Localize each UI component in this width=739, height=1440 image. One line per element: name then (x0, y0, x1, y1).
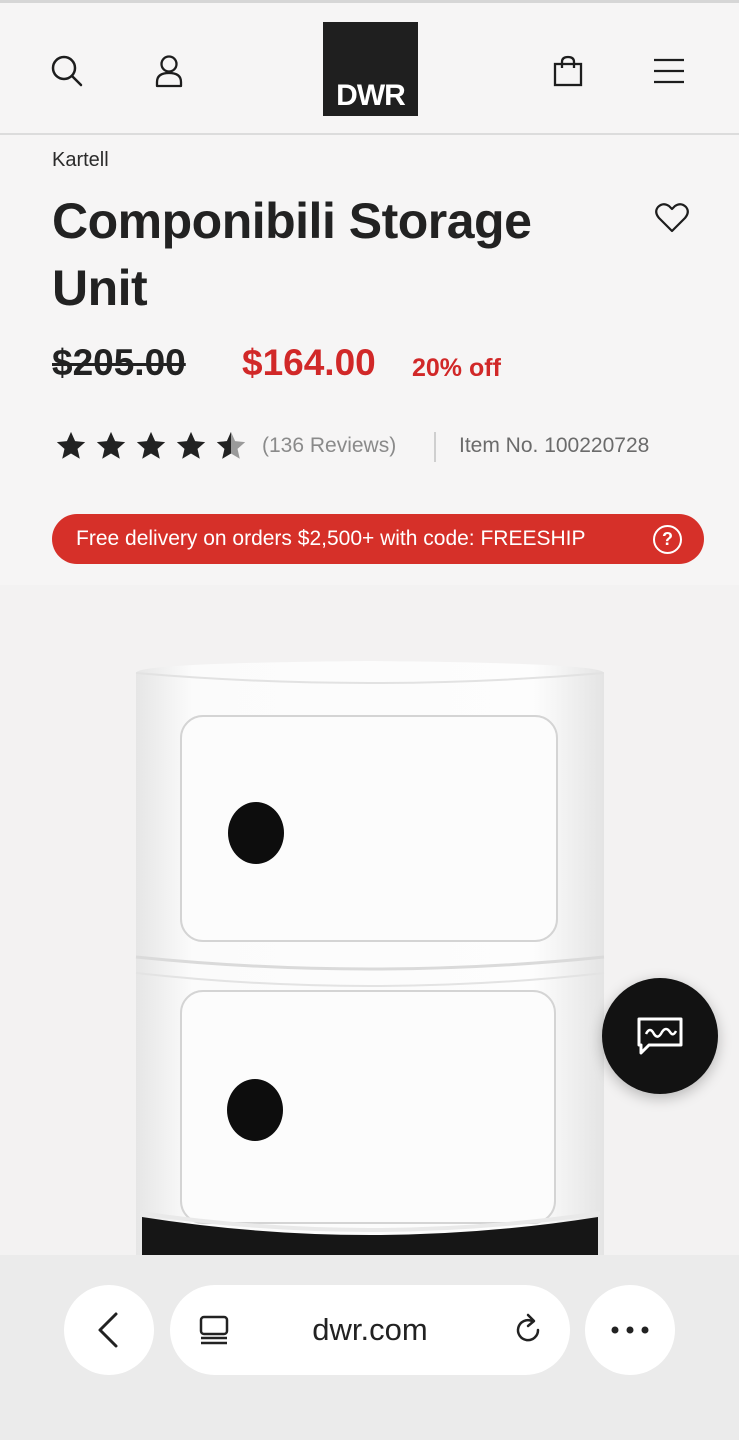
site-header: DWR (0, 3, 739, 135)
star-icon (96, 431, 126, 459)
discount-label: 20% off (412, 354, 501, 382)
promo-banner[interactable]: Free delivery on orders $2,500+ with cod… (52, 514, 704, 564)
reviews-link[interactable]: (136 Reviews) (262, 434, 396, 458)
meta-divider (434, 432, 436, 462)
account-icon[interactable] (149, 51, 189, 91)
reload-icon[interactable] (510, 1312, 546, 1348)
rating-stars[interactable] (54, 428, 248, 468)
chat-icon (637, 1017, 683, 1055)
help-icon[interactable]: ? (653, 525, 682, 554)
chevron-left-icon (98, 1312, 118, 1348)
item-number: Item No. 100220728 (459, 434, 650, 457)
promo-text: Free delivery on orders $2,500+ with cod… (76, 527, 586, 550)
browser-toolbar: dwr.com (0, 1255, 739, 1440)
storage-unit-illustration (0, 585, 739, 1255)
shopping-bag-icon[interactable] (548, 51, 588, 91)
product-title: Componibili Storage Unit (52, 193, 532, 316)
dwr-logo[interactable]: DWR (323, 22, 418, 116)
star-icon (136, 431, 166, 459)
sale-price: $164.00 (242, 342, 376, 383)
chat-button[interactable] (602, 978, 718, 1094)
menu-icon[interactable] (649, 51, 689, 91)
logo-text: DWR (336, 79, 406, 112)
more-horizontal-icon (611, 1326, 649, 1334)
heart-icon[interactable] (652, 198, 692, 238)
address-bar[interactable]: dwr.com (170, 1285, 570, 1375)
search-icon[interactable] (47, 51, 87, 91)
page: DWR Kartell Componibili Storage Unit $20… (0, 0, 739, 1440)
original-price: $205.00 (52, 342, 186, 383)
back-button[interactable] (64, 1285, 154, 1375)
product-brand[interactable]: Kartell (52, 149, 109, 172)
half-star-icon (216, 431, 246, 459)
star-icon (56, 431, 86, 459)
product-image[interactable] (0, 585, 739, 1255)
star-icon (176, 431, 206, 459)
more-button[interactable] (585, 1285, 675, 1375)
